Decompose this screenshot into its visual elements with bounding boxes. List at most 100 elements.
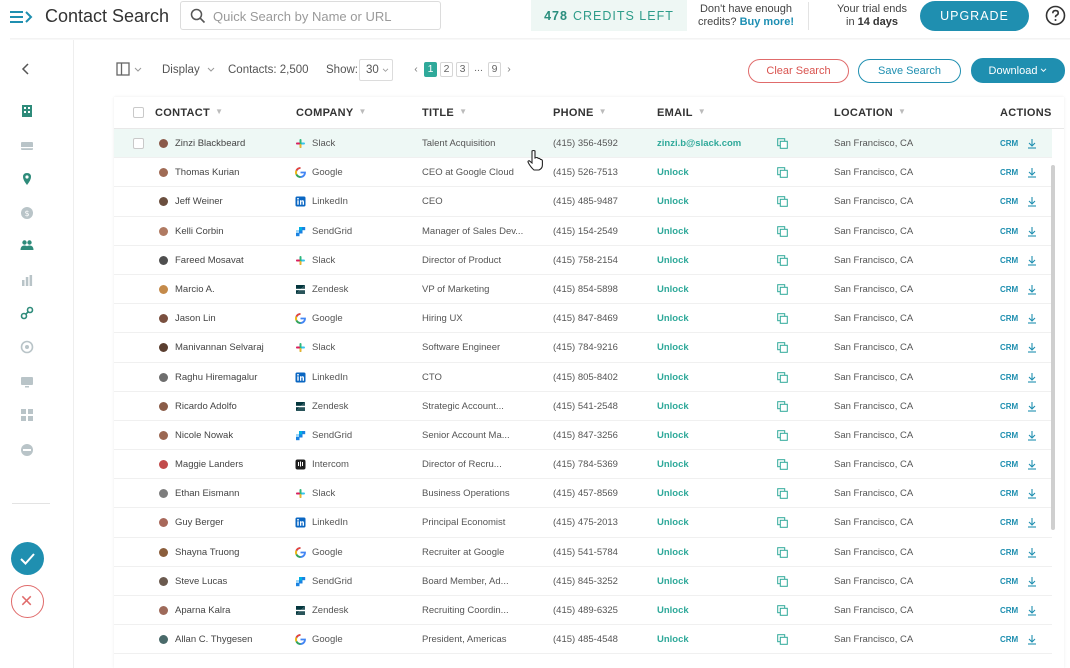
table-row[interactable]: Maggie Landers Intercom Director of Recru.…	[114, 450, 1052, 480]
unlock-email-link[interactable]: Unlock	[657, 246, 772, 275]
company-name[interactable]: Slack	[312, 246, 417, 275]
table-row[interactable]: Thomas Kurian Google CEO at Google Cloud (4…	[114, 158, 1052, 188]
page-3[interactable]: 3	[456, 61, 469, 77]
people-icon[interactable]	[20, 238, 34, 252]
table-row[interactable]: Ethan Eismann Slack Business Operations (41…	[114, 479, 1052, 509]
download-icon[interactable]	[1027, 517, 1037, 528]
company-name[interactable]: Zendesk	[312, 275, 417, 304]
copy-icon[interactable]	[777, 254, 788, 266]
company-name[interactable]: Slack	[312, 333, 417, 362]
contact-name[interactable]: Aparna Kalra	[175, 596, 293, 625]
crm-button[interactable]: CRM	[1000, 333, 1018, 362]
unlock-email-link[interactable]: Unlock	[657, 450, 772, 479]
crm-button[interactable]: CRM	[1000, 217, 1018, 246]
unlock-email-link[interactable]: Unlock	[657, 625, 772, 654]
buy-more-link[interactable]: Buy more!	[740, 16, 794, 28]
unlock-email-link[interactable]: Unlock	[657, 479, 772, 508]
search-input[interactable]	[211, 6, 433, 26]
crm-button[interactable]: CRM	[1000, 625, 1018, 654]
table-row[interactable]: Jason Lin Google Hiring UX (415) 847-8469 Un…	[114, 304, 1052, 334]
download-icon[interactable]	[1027, 313, 1037, 324]
contact-name[interactable]: Shayna Truong	[175, 538, 293, 567]
copy-icon[interactable]	[777, 634, 788, 645]
copy-icon[interactable]	[777, 488, 788, 500]
contact-name[interactable]: Steve Lucas	[175, 567, 293, 596]
upgrade-button[interactable]: UPGRADE	[920, 1, 1029, 31]
download-icon[interactable]	[1027, 605, 1037, 616]
download-icon[interactable]	[1027, 226, 1037, 237]
download-icon[interactable]	[1027, 167, 1037, 178]
download-icon[interactable]	[1027, 372, 1037, 383]
collapse-sidebar-icon[interactable]	[19, 62, 33, 76]
table-row[interactable]: Fareed Mosavat Slack Director of Product (4…	[114, 246, 1052, 275]
download-icon[interactable]	[1027, 430, 1037, 441]
location-pin-icon[interactable]	[20, 172, 34, 186]
company-name[interactable]: Google	[312, 304, 417, 333]
dollar-icon[interactable]: $	[20, 206, 34, 220]
row-checkbox[interactable]	[133, 138, 144, 149]
column-header-company[interactable]: COMPANY ▼	[296, 107, 367, 119]
unlock-email-link[interactable]: Unlock	[657, 508, 772, 537]
unlock-email-link[interactable]: Unlock	[657, 217, 772, 246]
copy-icon[interactable]	[777, 313, 788, 324]
display-dropdown[interactable]: Display	[162, 64, 215, 76]
company-name[interactable]: Slack	[312, 479, 417, 508]
download-icon[interactable]	[1027, 284, 1037, 295]
unlock-email-link[interactable]: Unlock	[657, 392, 772, 421]
download-icon[interactable]	[1027, 196, 1037, 207]
unlock-email-link[interactable]: Unlock	[657, 187, 772, 216]
contact-name[interactable]: Jeff Weiner	[175, 187, 293, 216]
crm-button[interactable]: CRM	[1000, 567, 1018, 596]
crm-button[interactable]: CRM	[1000, 421, 1018, 450]
company-name[interactable]: Slack	[312, 129, 417, 158]
crm-button[interactable]: CRM	[1000, 538, 1018, 567]
save-search-button[interactable]: Save Search	[858, 59, 961, 83]
crm-button[interactable]: CRM	[1000, 596, 1018, 625]
company-name[interactable]: SendGrid	[312, 217, 417, 246]
copy-icon[interactable]	[777, 459, 788, 470]
quick-search[interactable]	[180, 1, 441, 30]
copy-icon[interactable]	[777, 284, 788, 295]
inbox-icon[interactable]	[20, 139, 34, 153]
copy-icon[interactable]	[777, 138, 788, 149]
company-name[interactable]: LinkedIn	[312, 187, 417, 216]
download-icon[interactable]	[1027, 459, 1037, 470]
unlock-email-link[interactable]: Unlock	[657, 275, 772, 304]
settings-circle-icon[interactable]	[20, 340, 34, 354]
contact-name[interactable]: Marcio A.	[175, 275, 293, 304]
table-scrollbar[interactable]	[1051, 165, 1055, 530]
contact-name[interactable]: Maggie Landers	[175, 450, 293, 479]
help-icon[interactable]	[1045, 5, 1066, 26]
block-icon[interactable]	[20, 443, 34, 457]
next-page-icon[interactable]: ›	[504, 63, 514, 75]
copy-icon[interactable]	[777, 371, 788, 383]
unlock-email-link[interactable]: Unlock	[657, 567, 772, 596]
column-header-email[interactable]: EMAIL ▼	[657, 107, 706, 119]
table-row[interactable]: Allan C. Thygesen Google President, Americ…	[114, 625, 1052, 655]
company-name[interactable]: Google	[312, 158, 417, 187]
contact-name[interactable]: Guy Berger	[175, 508, 293, 537]
copy-icon[interactable]	[777, 167, 788, 178]
copy-icon[interactable]	[777, 225, 788, 237]
download-icon[interactable]	[1027, 138, 1037, 149]
crm-button[interactable]: CRM	[1000, 304, 1018, 333]
grid-icon[interactable]	[20, 408, 34, 422]
menu-icon[interactable]	[10, 8, 36, 26]
crm-button[interactable]: CRM	[1000, 450, 1018, 479]
contact-name[interactable]: Thomas Kurian	[175, 158, 293, 187]
unlock-email-link[interactable]: Unlock	[657, 538, 772, 567]
email-address[interactable]: zinzi.b@slack.com	[657, 129, 772, 158]
crm-button[interactable]: CRM	[1000, 246, 1018, 275]
column-header-contact[interactable]: CONTACT ▼	[155, 107, 223, 119]
page-2[interactable]: 2	[440, 61, 453, 77]
link-icon[interactable]	[20, 306, 34, 320]
download-icon[interactable]	[1027, 634, 1037, 645]
download-icon[interactable]	[1027, 488, 1037, 499]
crm-button[interactable]: CRM	[1000, 158, 1018, 187]
contact-name[interactable]: Zinzi Blackbeard	[175, 129, 293, 158]
crm-button[interactable]: CRM	[1000, 508, 1018, 537]
contact-name[interactable]: Ethan Eismann	[175, 479, 293, 508]
table-row[interactable]: Marcio A. Zendesk VP of Marketing (415) 854…	[114, 275, 1052, 305]
building-icon[interactable]	[20, 104, 34, 118]
copy-icon[interactable]	[777, 342, 788, 354]
